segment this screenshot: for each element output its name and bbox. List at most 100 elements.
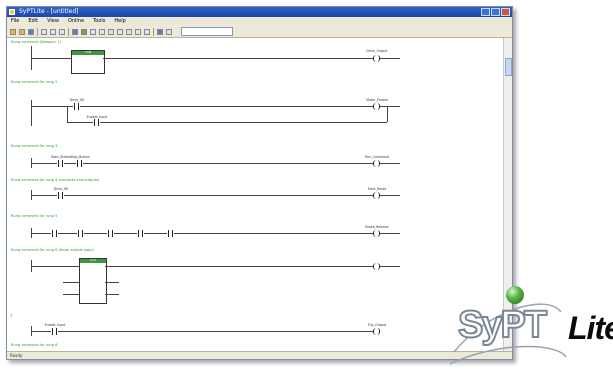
rung-wire	[64, 163, 76, 164]
status-bar: Ready	[7, 351, 512, 359]
app-icon	[9, 9, 15, 15]
contact[interactable]	[51, 230, 58, 237]
coil-label: Motor_Enable	[366, 98, 388, 102]
contact[interactable]	[77, 230, 84, 237]
zoom-out-icon[interactable]	[144, 28, 150, 35]
cut-icon[interactable]	[41, 28, 47, 35]
output-coil[interactable]	[373, 103, 380, 110]
coil-label: Fault_Reset	[367, 187, 387, 191]
title-bar: SyPTLite - [untitled]	[7, 7, 512, 17]
output-coil[interactable]	[373, 192, 380, 199]
rung-wire	[58, 331, 373, 332]
contact[interactable]	[73, 103, 80, 110]
rung-comment: Rung comment for rung 2	[11, 80, 58, 84]
logo-orb-icon	[506, 286, 524, 304]
left-power-rail	[31, 100, 32, 126]
ladder-editor[interactable]: Rung comment (Network 1) TON Drive_Outpu…	[7, 38, 504, 352]
rung-comment: Rung comment for rung 8	[11, 343, 58, 347]
minimize-button[interactable]	[481, 8, 490, 16]
online-icon[interactable]	[157, 28, 163, 35]
rung-wire	[83, 163, 373, 164]
contact[interactable]	[76, 160, 83, 167]
rung-comment: Rung comment for rung 4 (contacts and ou…	[11, 178, 100, 182]
contact-label: Drive_OK	[53, 187, 69, 191]
toolbar-separator	[68, 27, 69, 36]
block-input-wire	[63, 294, 79, 295]
save-icon[interactable]	[28, 28, 34, 35]
rung-wire	[31, 266, 79, 267]
contact-icon[interactable]	[90, 28, 96, 35]
rung-wire	[380, 266, 400, 267]
rung-comment: Rung comment for rung 3	[11, 144, 58, 148]
block-output-wire	[105, 282, 119, 283]
rung-wire	[380, 106, 400, 107]
rung-comment: Rung comment for rung 5	[11, 214, 58, 218]
block-output-wire	[105, 294, 119, 295]
contact[interactable]	[57, 160, 64, 167]
open-icon[interactable]	[19, 28, 25, 35]
rung-icon[interactable]	[126, 28, 132, 35]
rung-wire	[380, 195, 400, 196]
close-button[interactable]	[501, 8, 510, 16]
new-icon[interactable]	[10, 28, 16, 35]
contact[interactable]	[137, 230, 144, 237]
rung-wire	[103, 58, 373, 59]
logo-text-main: SyPT	[457, 303, 548, 347]
rung-wire	[31, 195, 57, 196]
function-block[interactable]: TON	[71, 50, 105, 74]
contact[interactable]	[51, 328, 58, 335]
contact[interactable]	[107, 230, 114, 237]
syptlite-logo: SyPT Lite	[446, 282, 613, 372]
coil-label: Trip_Output	[367, 323, 387, 327]
run-icon[interactable]	[81, 28, 87, 35]
coil-label: Drive_Output	[366, 49, 388, 53]
rung-wire	[31, 58, 71, 59]
paste-icon[interactable]	[59, 28, 65, 35]
menu-view[interactable]: View	[47, 17, 59, 26]
function-block-icon[interactable]	[108, 28, 114, 35]
rung-wire	[380, 163, 400, 164]
logo-text-accent: Lite	[568, 310, 613, 346]
contact-label: Drive_OK	[69, 98, 85, 102]
rung-comment: Rung comment (Network 1)	[11, 40, 61, 44]
toolbar-separator	[37, 27, 38, 36]
coil-icon[interactable]	[99, 28, 105, 35]
branch-icon[interactable]	[117, 28, 123, 35]
rung-wire	[380, 233, 400, 234]
branch-wire	[67, 106, 68, 122]
menu-online[interactable]: Online	[68, 17, 84, 26]
zoom-in-icon[interactable]	[135, 28, 141, 35]
output-coil[interactable]	[373, 328, 380, 335]
output-coil[interactable]	[373, 230, 380, 237]
compile-icon[interactable]	[72, 28, 78, 35]
output-coil[interactable]	[373, 55, 380, 62]
menu-help[interactable]: Help	[114, 17, 125, 26]
contact[interactable]	[167, 230, 174, 237]
maximize-button[interactable]	[491, 8, 500, 16]
toolbar	[7, 26, 512, 38]
contact[interactable]	[57, 192, 64, 199]
output-coil[interactable]	[373, 263, 380, 270]
menu-tools[interactable]: Tools	[93, 17, 105, 26]
rung-wire	[31, 331, 51, 332]
contact[interactable]	[93, 119, 100, 126]
contact-label: Start_Button	[50, 155, 72, 159]
status-text: Ready	[10, 353, 23, 358]
block-input-wire	[63, 282, 79, 283]
output-coil[interactable]	[373, 160, 380, 167]
rung-wire	[31, 163, 57, 164]
node-select-combo[interactable]	[181, 27, 233, 36]
rung-wire	[380, 58, 400, 59]
menu-bar: File Edit View Online Tools Help	[7, 17, 512, 26]
copy-icon[interactable]	[50, 28, 56, 35]
coil-label: Run_Command	[364, 155, 390, 159]
rung-number: 7	[10, 314, 13, 318]
menu-edit[interactable]: Edit	[28, 17, 38, 26]
function-block[interactable]: CTU	[79, 258, 107, 304]
app-window: SyPTLite - [untitled] File Edit View Onl…	[6, 6, 513, 360]
monitor-icon[interactable]	[166, 28, 172, 35]
window-title: SyPTLite - [untitled]	[19, 8, 79, 15]
menu-file[interactable]: File	[11, 17, 19, 26]
rung-wire	[80, 106, 373, 107]
rung-wire	[64, 195, 373, 196]
